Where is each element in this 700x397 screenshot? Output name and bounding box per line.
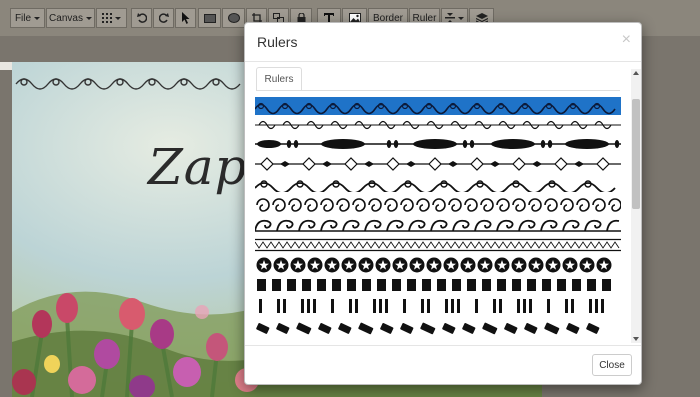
tab-rulers[interactable]: Rulers — [256, 67, 302, 91]
grid-menu-button[interactable] — [96, 8, 127, 28]
ellipse-tool-button[interactable] — [222, 8, 245, 28]
rectangle-tool-button[interactable] — [198, 8, 221, 28]
close-icon[interactable]: × — [622, 31, 631, 49]
rulers-scrollbar[interactable] — [631, 69, 641, 343]
ruler-option-scroll-wave[interactable] — [255, 97, 621, 115]
file-menu-label: File — [14, 12, 32, 24]
ellipse-icon — [227, 13, 240, 23]
ruler-option-diamond-chain[interactable] — [255, 156, 621, 172]
ruler-scallop-edge-pattern — [255, 339, 621, 343]
ruler-option-spiral-row[interactable] — [255, 196, 621, 214]
chevron-down-icon — [115, 16, 121, 20]
ruler-option-dash-blocks[interactable] — [255, 320, 621, 336]
ruler-option-scallop-edge[interactable] — [255, 339, 621, 343]
ruler-option-ellipse-dots[interactable] — [255, 136, 621, 152]
undo-button[interactable] — [131, 8, 152, 28]
rectangle-icon — [203, 13, 216, 23]
chevron-down-icon — [34, 16, 41, 20]
modal-footer-divider — [245, 345, 641, 346]
pointer-icon — [181, 12, 189, 24]
ruler-option-double-line-lattice[interactable] — [255, 238, 621, 252]
select-tool-button[interactable] — [175, 8, 196, 28]
ruler-option-bars-pattern[interactable] — [255, 298, 621, 314]
canvas-menu-label: Canvas — [49, 12, 83, 24]
ruler-dash-blocks-pattern — [256, 322, 600, 335]
redo-button[interactable] — [153, 8, 174, 28]
ruler-option-square-blocks[interactable] — [255, 278, 621, 292]
scroll-down-arrow-icon[interactable] — [633, 337, 639, 341]
scrollbar-thumb[interactable] — [632, 99, 640, 209]
ruler-scroll-wave-pattern — [255, 102, 616, 115]
ruler-greek-waves-pattern — [255, 219, 621, 232]
rulers-modal: Rulers × Rulers Close — [244, 22, 642, 385]
scroll-up-arrow-icon[interactable] — [633, 71, 639, 75]
ruler-square-blocks-pattern — [257, 279, 611, 291]
undo-icon — [136, 13, 147, 23]
ruler-double-line-lattice-pattern — [255, 238, 621, 252]
ruler-curl-waves-pattern — [255, 180, 616, 192]
ruler-option-curl-waves[interactable] — [255, 176, 621, 192]
ruler-diamond-chain-pattern — [255, 157, 621, 171]
chevron-down-icon — [458, 16, 464, 20]
grid-icon — [102, 13, 112, 23]
ruler-option-vine-hearts[interactable] — [255, 117, 621, 133]
modal-title: Rulers — [257, 34, 298, 50]
ruler-bars-pattern — [259, 299, 604, 313]
ruler-ellipse-dots-pattern — [255, 139, 621, 149]
ruler-option-greek-waves[interactable] — [255, 216, 621, 234]
rulers-list — [255, 95, 621, 343]
tab-divider — [256, 90, 620, 91]
ruler-vine-hearts-pattern — [255, 120, 621, 130]
canvas-menu-button[interactable]: Canvas — [46, 8, 95, 28]
ruler-spiral-row-pattern — [256, 198, 621, 212]
close-button[interactable]: Close — [592, 354, 632, 376]
ruler-star-circles-pattern — [256, 257, 612, 273]
chevron-down-icon — [85, 16, 92, 20]
redo-icon — [158, 13, 169, 23]
file-menu-button[interactable]: File — [10, 8, 45, 28]
modal-header: Rulers × — [245, 23, 641, 62]
ruler-option-star-circles[interactable] — [255, 256, 621, 274]
design-title-text[interactable]: Zap — [148, 138, 248, 196]
